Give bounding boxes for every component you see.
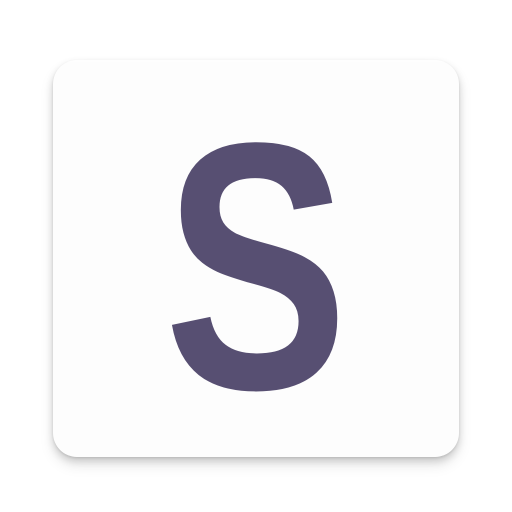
icon-canvas: S xyxy=(0,0,512,512)
letter-s-glyph: S xyxy=(164,69,348,457)
app-icon-letter: S xyxy=(164,69,348,457)
app-icon[interactable]: S xyxy=(53,60,459,457)
